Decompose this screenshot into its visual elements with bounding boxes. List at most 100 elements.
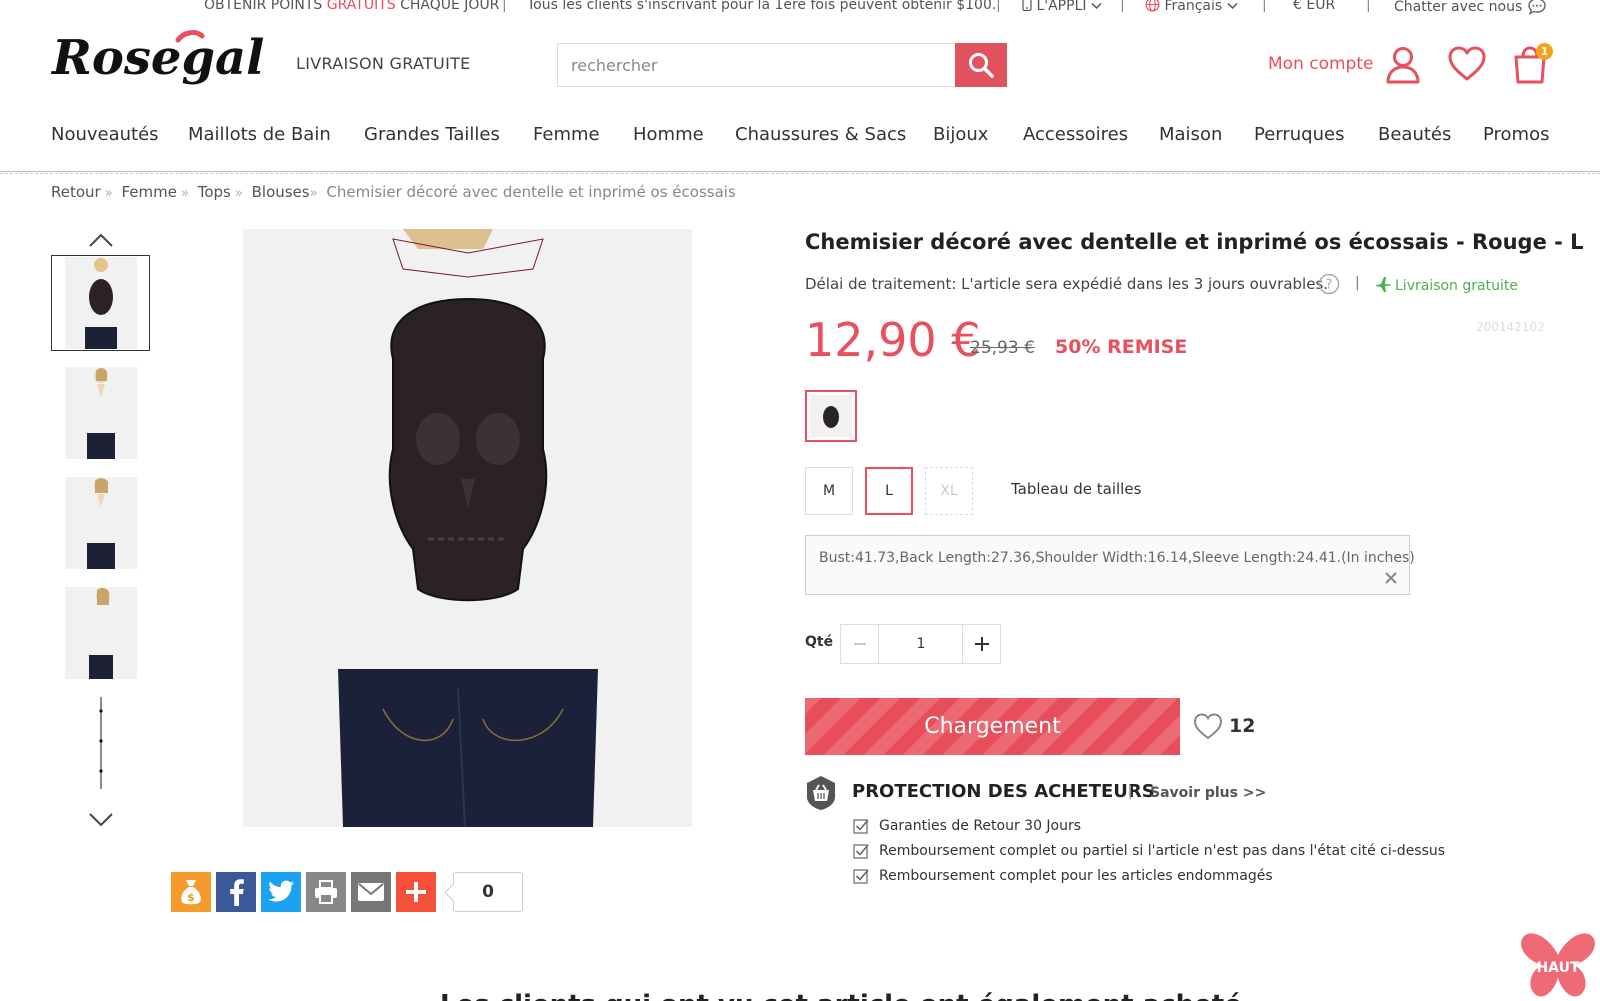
- top-bar: OBTENIR POINTS GRATUITS CHAQUE JOUR | To…: [0, 0, 1600, 18]
- size-option-xl[interactable]: XL: [925, 467, 973, 515]
- product-thumbnail[interactable]: [51, 475, 150, 571]
- free-shipping-banner: LIVRAISON GRATUITE: [296, 54, 471, 73]
- app-link[interactable]: L'APPLI: [1022, 0, 1102, 14]
- nav-item-shoes-bags[interactable]: Chaussures & Sacs: [735, 124, 906, 145]
- product-thumbnail[interactable]: [51, 695, 150, 791]
- thumbnail-front-view-image: [64, 367, 137, 459]
- breadcrumb-back[interactable]: Retour: [51, 183, 101, 201]
- free-delivery-text: Livraison gratuite: [1395, 278, 1518, 294]
- breadcrumb: Retour» Femme» Tops» Blouses» Chemisier …: [51, 183, 736, 201]
- minus-icon: [853, 643, 866, 645]
- nav-item-jewelry[interactable]: Bijoux: [933, 124, 988, 145]
- thumbnail-back-view-image: [64, 257, 137, 349]
- share-twitter-button[interactable]: [261, 872, 301, 912]
- share-more-button[interactable]: [396, 872, 436, 912]
- back-to-top-button[interactable]: HAUT: [1518, 925, 1600, 1001]
- thumbnail-fabric-detail-image: [64, 697, 137, 789]
- original-price: 25,93 €: [970, 338, 1035, 358]
- close-icon[interactable]: [1383, 570, 1399, 586]
- rosegal-logo[interactable]: Rosegal: [50, 24, 280, 100]
- learn-more-link[interactable]: Savoir plus >>: [1150, 785, 1266, 801]
- airplane-icon: [1376, 277, 1391, 292]
- my-account-link[interactable]: Mon compte: [1268, 54, 1373, 74]
- topbar-separator: |: [996, 0, 1001, 13]
- nav-item-new[interactable]: Nouveautés: [51, 124, 159, 145]
- also-bought-heading: Les clients qui ont vu cet article ont é…: [440, 990, 1242, 1001]
- nav-item-wigs[interactable]: Perruques: [1254, 124, 1344, 145]
- protection-separator: |: [1128, 784, 1133, 800]
- wishlist-count: 12: [1229, 715, 1256, 737]
- protection-item: Remboursement complet pour les articles …: [853, 868, 1273, 884]
- nav-item-home[interactable]: Maison: [1159, 124, 1222, 145]
- thumbnails-up-arrow[interactable]: [88, 232, 114, 248]
- search-input[interactable]: [558, 44, 956, 86]
- protection-item: Garanties de Retour 30 Jours: [853, 818, 1081, 834]
- nav-item-beauty[interactable]: Beautés: [1378, 124, 1451, 145]
- size-measurements-panel: Bust:41.73,Back Length:27.36,Shoulder Wi…: [805, 535, 1415, 595]
- wishlist-heart-icon[interactable]: [1447, 44, 1487, 84]
- search-icon: [969, 53, 994, 78]
- topbar-separator: |: [1262, 0, 1267, 13]
- breadcrumb-tops[interactable]: Tops: [198, 183, 231, 201]
- chat-bubble-icon: [1528, 0, 1546, 15]
- svg-text:$: $: [187, 891, 195, 904]
- discount-badge: 50% REMISE: [1055, 336, 1188, 358]
- nav-item-promos[interactable]: Promos: [1483, 124, 1549, 145]
- phone-icon: [1022, 0, 1032, 12]
- color-swatch-image: [810, 395, 852, 437]
- nav-item-swimwear[interactable]: Maillots de Bain: [188, 124, 331, 145]
- quantity-input[interactable]: [880, 625, 962, 663]
- shield-basket-icon: [805, 775, 837, 811]
- checkbox-checked-icon: [853, 869, 869, 884]
- question-icon[interactable]: ?: [1318, 273, 1340, 295]
- language-selector[interactable]: Français: [1145, 0, 1238, 14]
- svg-text:?: ?: [1326, 278, 1333, 293]
- chat-label: Chatter avec nous: [1394, 0, 1523, 15]
- quantity-decrease-button[interactable]: [841, 625, 879, 663]
- free-delivery-label: Livraison gratuite: [1375, 276, 1518, 294]
- breadcrumb-women[interactable]: Femme: [121, 183, 177, 201]
- user-icon[interactable]: [1383, 44, 1423, 84]
- points-prefix: OBTENIR POINTS: [204, 0, 323, 13]
- size-chart-link[interactable]: Tableau de tailles: [1011, 480, 1141, 498]
- points-highlight: GRATUITS: [326, 0, 396, 13]
- share-facebook-button[interactable]: [216, 872, 256, 912]
- thumbnail-side-view-image: [64, 587, 137, 679]
- chat-link[interactable]: Chatter avec nous: [1394, 0, 1547, 15]
- topbar-separator: |: [1366, 0, 1371, 13]
- product-thumbnail[interactable]: [51, 255, 150, 351]
- share-count: 0: [453, 872, 523, 912]
- product-sku: 200142102: [1476, 320, 1545, 334]
- breadcrumb-current: Chemisier décoré avec dentelle et inprim…: [326, 183, 736, 201]
- nav-divider: [0, 171, 1600, 174]
- quantity-increase-button[interactable]: [962, 625, 1000, 663]
- product-thumbnail[interactable]: [51, 585, 150, 681]
- share-earn-button[interactable]: $: [171, 872, 211, 912]
- nav-item-plus-size[interactable]: Grandes Tailles: [364, 124, 500, 145]
- breadcrumb-blouses[interactable]: Blouses: [252, 183, 310, 201]
- thumbnails-down-arrow[interactable]: [88, 812, 114, 828]
- nav-item-women[interactable]: Femme: [533, 124, 600, 145]
- main-product-image[interactable]: [243, 229, 692, 827]
- size-option-l[interactable]: L: [865, 467, 913, 515]
- wishlist-button[interactable]: 12: [1193, 710, 1255, 742]
- share-print-button[interactable]: [306, 872, 346, 912]
- search-button[interactable]: [955, 43, 1007, 87]
- info-separator: |: [1355, 275, 1360, 291]
- add-to-cart-button[interactable]: Chargement: [805, 698, 1180, 755]
- topbar-separator: |: [1120, 0, 1125, 13]
- buyer-protection-title: PROTECTION DES ACHETEURS: [852, 781, 1155, 802]
- points-promo[interactable]: OBTENIR POINTS GRATUITS CHAQUE JOUR: [204, 0, 499, 13]
- new-customer-promo[interactable]: Tous les clients s'inscrivant pour la 1è…: [527, 0, 996, 13]
- share-email-button[interactable]: [351, 872, 391, 912]
- color-swatch-red[interactable]: [805, 390, 857, 442]
- product-thumbnail[interactable]: [51, 365, 150, 461]
- language-label: Français: [1164, 0, 1223, 14]
- chevron-down-icon: [1091, 2, 1102, 10]
- currency-selector[interactable]: € EUR: [1293, 0, 1335, 13]
- quantity-stepper: [840, 624, 1001, 664]
- nav-item-men[interactable]: Homme: [633, 124, 704, 145]
- size-option-m[interactable]: M: [805, 467, 853, 515]
- nav-item-accessories[interactable]: Accessoires: [1023, 124, 1128, 145]
- printer-icon: [315, 880, 337, 904]
